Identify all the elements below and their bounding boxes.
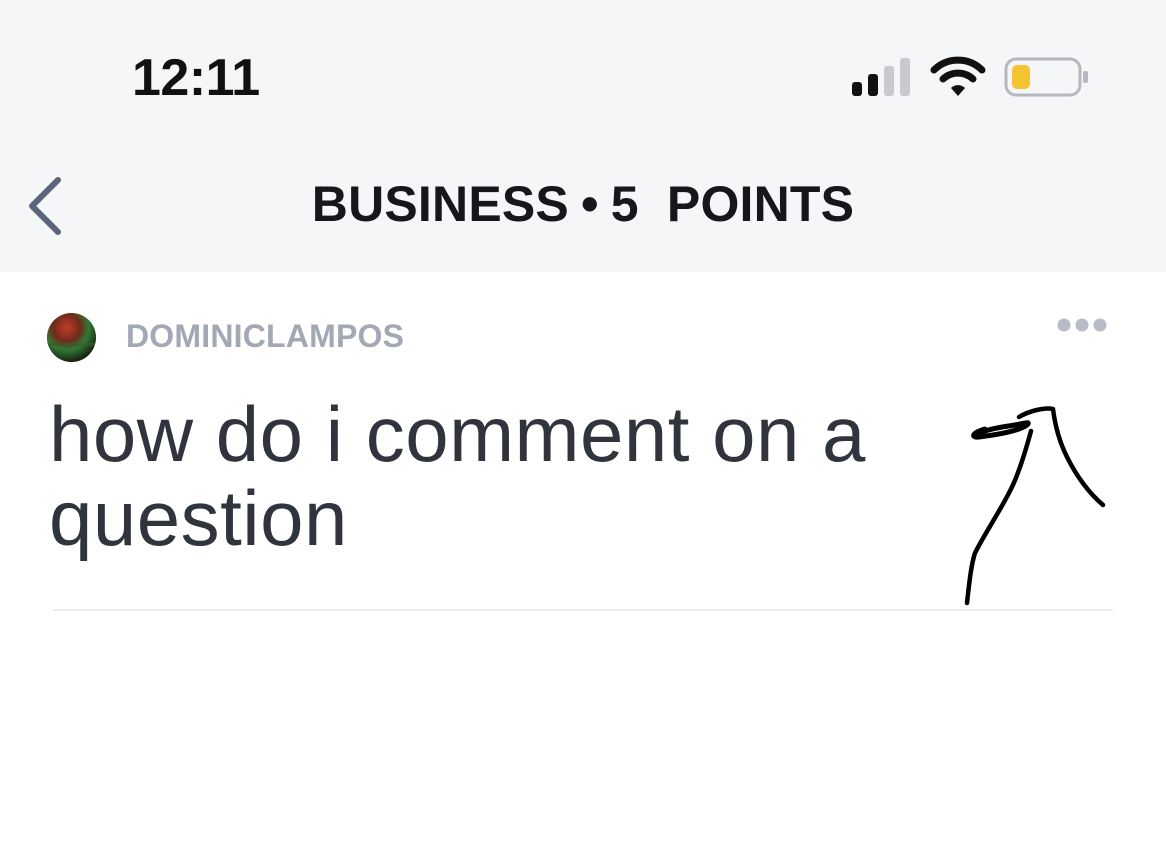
avatar[interactable] (47, 313, 96, 362)
wifi-icon (930, 56, 986, 96)
page-title: BUSINESS • 5 POINTS (0, 172, 1166, 236)
points-label: 5 POINTS (610, 176, 855, 232)
more-horizontal-icon[interactable] (1052, 312, 1112, 338)
status-time: 12:11 (132, 49, 260, 107)
title-separator: • (580, 176, 599, 232)
app-screen: 12:11 BUSINESS • 5 POINTS DOMINICLAMPOS … (0, 0, 1166, 860)
username[interactable]: DOMINICLAMPOS (126, 316, 404, 356)
divider (53, 609, 1113, 611)
handwritten-arrow-annotation (964, 406, 1106, 606)
category-label: BUSINESS (311, 176, 569, 232)
avatar-image (47, 313, 96, 362)
signal-icon (852, 58, 910, 96)
question-text: how do i comment on a question (49, 390, 866, 562)
header-area: 12:11 BUSINESS • 5 POINTS (0, 0, 1166, 272)
battery-icon (1004, 57, 1088, 97)
